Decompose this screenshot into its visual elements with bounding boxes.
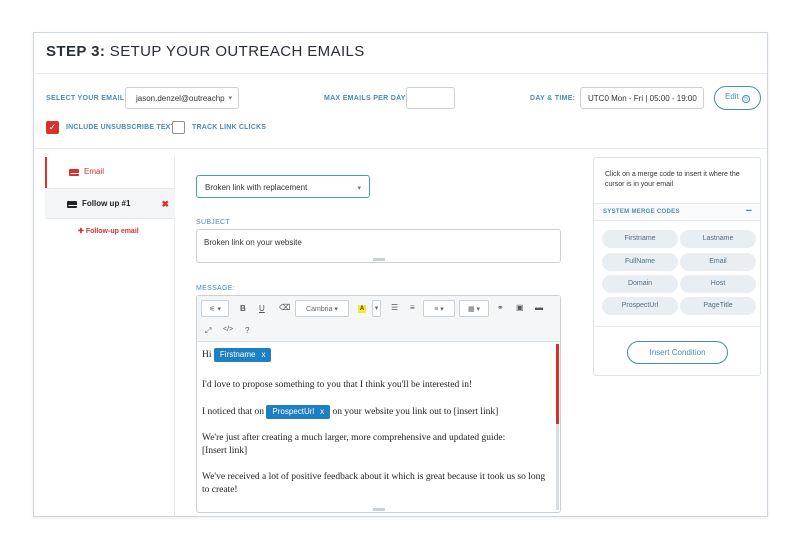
tab-email[interactable]: Email: [45, 157, 175, 188]
merge-hint: Click on a merge code to insert it where…: [605, 171, 740, 188]
collapse-icon[interactable]: −: [746, 205, 752, 217]
subject-label: SUBJECT: [196, 219, 230, 226]
numbered-list-icon[interactable]: ≡: [410, 303, 415, 312]
track-links-checkbox[interactable]: [172, 121, 185, 134]
tab-follow-up-1[interactable]: Follow up #1 ✖: [45, 188, 175, 219]
edit-schedule-button[interactable]: Edit ◷: [714, 86, 761, 110]
code-view-button[interactable]: </>: [223, 326, 233, 333]
track-links-label: TRACK LINK CLICKS: [192, 124, 267, 131]
close-icon[interactable]: ✖: [161, 199, 169, 210]
video-icon[interactable]: ▬: [535, 303, 543, 312]
envelope-icon: [67, 201, 78, 208]
subject-input[interactable]: Broken link on your website: [196, 229, 561, 263]
image-icon[interactable]: ▣: [516, 303, 524, 312]
email-select[interactable]: jason.denzel@outreachp ▾: [125, 87, 239, 109]
remove-tag-icon[interactable]: x: [261, 350, 265, 359]
resize-handle[interactable]: [372, 258, 385, 261]
chevron-down-icon: ▾: [374, 305, 379, 312]
template-select-value: Broken link with replacement: [205, 183, 308, 192]
plus-icon: ✚: [78, 228, 84, 235]
subject-value: Broken link on your website: [204, 238, 302, 247]
table-dropdown[interactable]: ▦ ▾: [459, 300, 489, 317]
bullet-list-icon[interactable]: ☰: [391, 303, 398, 312]
chevron-down-icon: ▾: [357, 185, 361, 192]
day-time-value: UTC0 Mon - Fri | 05:00 - 19:00: [580, 87, 704, 109]
merge-codes-panel: Click on a merge code to insert it where…: [593, 157, 761, 376]
highlight-icon[interactable]: A: [358, 303, 366, 313]
message-label: MESSAGE:: [196, 285, 235, 292]
outreach-setup-panel: STEP 3: SETUP YOUR OUTREACH EMAILS SELEC…: [33, 32, 768, 517]
email-select-value: jason.denzel@outreachp: [136, 94, 225, 103]
message-line: I'd love to propose something to you tha…: [202, 380, 473, 390]
message-editor[interactable]: ⚟ ▾ B U ⌫ Cambria ▾ A ▾ ☰ ≡ ≡ ▾ ▦ ▾ ⚭ ▣ …: [196, 295, 561, 513]
message-line: I noticed that on: [202, 407, 264, 417]
table-icon: ▦ ▾: [467, 306, 481, 313]
envelope-icon: [69, 169, 80, 176]
merge-tag-prospecturl[interactable]: ProspectUrl x: [266, 405, 331, 419]
checkmark-icon: ✓: [48, 122, 57, 132]
message-body[interactable]: Hi Firstname x I'd love to propose someth…: [202, 348, 547, 497]
edit-label: Edit: [725, 92, 739, 101]
tab-follow-up-label: Follow up #1: [82, 199, 131, 208]
merge-code-prospecturl[interactable]: ProspectUrl: [602, 297, 678, 315]
message-line: on your website you link out to [insert …: [332, 407, 499, 417]
tab-email-label: Email: [84, 167, 105, 176]
max-emails-label: MAX EMAILS PER DAY:: [324, 95, 408, 102]
merge-code-domain[interactable]: Domain: [602, 275, 678, 293]
resize-handle[interactable]: [372, 508, 385, 511]
underline-button[interactable]: U: [259, 304, 265, 313]
message-line: [Insert link]: [202, 446, 248, 456]
align-dropdown[interactable]: ≡ ▾: [423, 300, 455, 317]
message-line: We're just after creating a much larger,…: [202, 433, 506, 443]
remove-tag-icon[interactable]: x: [320, 407, 324, 416]
system-merge-codes-header[interactable]: SYSTEM MERGE CODES −: [594, 203, 760, 221]
template-select[interactable]: Broken link with replacement ▾: [196, 175, 370, 198]
fullscreen-icon[interactable]: ⤢: [205, 326, 211, 336]
divider: [34, 73, 767, 74]
link-icon[interactable]: ⚭: [497, 303, 504, 312]
insert-condition-button[interactable]: Insert Condition: [627, 341, 728, 364]
merge-code-pagetitle[interactable]: PageTitle: [680, 297, 756, 315]
merge-code-lastname[interactable]: Lastname: [680, 230, 756, 248]
day-time-label: DAY & TIME:: [530, 95, 576, 102]
merge-code-fullname[interactable]: FullName: [602, 253, 678, 271]
magic-wand-dropdown[interactable]: ⚟ ▾: [201, 300, 229, 317]
message-line: We've received a lot of positive feedbac…: [202, 472, 546, 495]
editor-toolbar: ⚟ ▾ B U ⌫ Cambria ▾ A ▾ ☰ ≡ ≡ ▾ ▦ ▾ ⚭ ▣ …: [197, 296, 560, 342]
magic-wand-icon: ⚟ ▾: [209, 306, 221, 313]
greeting-text: Hi: [202, 350, 212, 360]
bold-button[interactable]: B: [240, 304, 246, 313]
align-icon: ≡ ▾: [434, 306, 444, 313]
add-follow-up-button[interactable]: ✚ Follow-up email: [78, 227, 139, 235]
include-unsubscribe-checkbox[interactable]: ✓: [46, 121, 59, 134]
merge-code-email[interactable]: Email: [680, 253, 756, 271]
email-sequence-tabs: Email Follow up #1 ✖ ✚ Follow-up email: [45, 157, 175, 516]
chevron-down-icon: ▾: [228, 95, 232, 102]
font-family-select[interactable]: Cambria ▾: [295, 300, 349, 317]
include-unsubscribe-label: INCLUDE UNSUBSCRIBE TEXT: [66, 124, 176, 131]
eraser-icon[interactable]: ⌫: [279, 303, 290, 312]
scrollbar-track[interactable]: [556, 424, 559, 510]
merge-code-host[interactable]: Host: [680, 275, 756, 293]
max-emails-input[interactable]: [406, 87, 455, 109]
highlight-dropdown[interactable]: ▾: [372, 300, 381, 317]
divider: [594, 326, 760, 327]
section-title: SYSTEM MERGE CODES: [603, 209, 680, 215]
clock-icon: ◷: [741, 95, 750, 103]
merge-tag-firstname[interactable]: Firstname x: [213, 348, 272, 362]
scrollbar-thumb[interactable]: [556, 344, 559, 424]
divider: [34, 148, 767, 149]
select-email-label: SELECT YOUR EMAIL:: [46, 95, 128, 102]
page-title: STEP 3: SETUP YOUR OUTREACH EMAILS: [46, 43, 365, 60]
merge-code-firstname[interactable]: Firstname: [602, 230, 678, 248]
help-button[interactable]: ?: [245, 326, 249, 335]
